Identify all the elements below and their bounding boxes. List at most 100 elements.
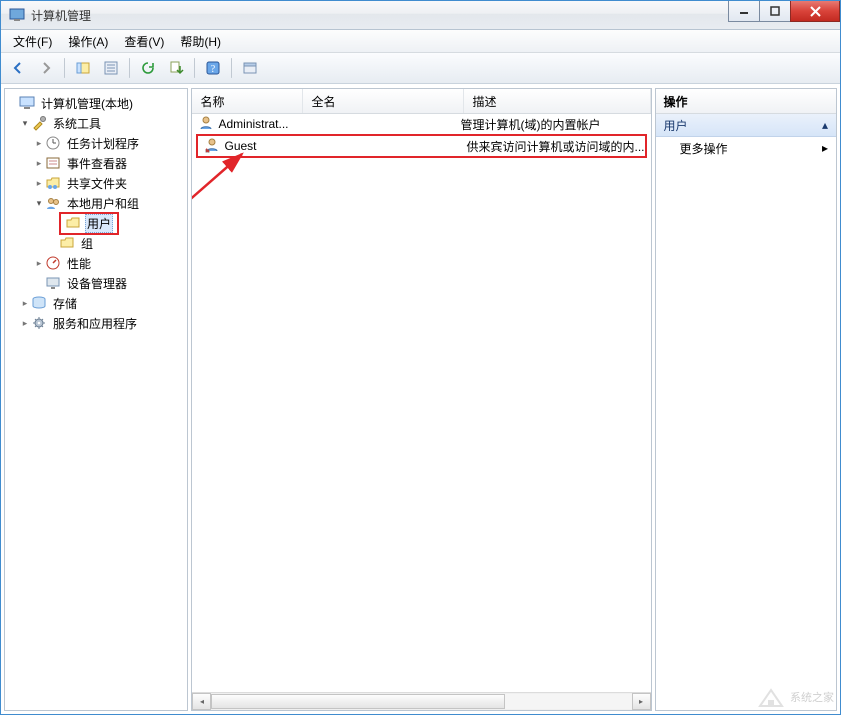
tree-label: 性能 (65, 254, 93, 273)
help-button[interactable]: ? (200, 55, 226, 81)
clock-icon (45, 135, 61, 151)
tree-body[interactable]: 计算机管理(本地) ▾ 系统工具 ▸ 任务计划程序 ▸ 事件查看器 (5, 89, 187, 710)
actions-more[interactable]: 更多操作 ▸ (656, 137, 837, 159)
cell-description: 管理计算机(域)的内置帐户 (454, 116, 650, 133)
event-icon (45, 155, 61, 171)
close-button[interactable] (790, 1, 840, 22)
tree-label: 系统工具 (51, 114, 103, 133)
menu-help[interactable]: 帮助(H) (172, 30, 229, 53)
storage-icon (31, 295, 47, 311)
twisty-icon[interactable]: ▸ (33, 138, 45, 149)
user-icon (198, 115, 214, 134)
tree-groups[interactable]: 组 (5, 233, 187, 253)
folder-icon (65, 215, 81, 231)
window-title: 计算机管理 (31, 7, 91, 24)
scroll-thumb[interactable] (211, 694, 505, 709)
properties-button[interactable] (98, 55, 124, 81)
tree-task-scheduler[interactable]: ▸ 任务计划程序 (5, 133, 187, 153)
tree-label: 设备管理器 (65, 274, 129, 293)
cell-description: 供来宾访问计算机或访问域的内... (460, 138, 644, 155)
tree-label: 共享文件夹 (65, 174, 129, 193)
svg-text:?: ? (211, 64, 216, 75)
column-fullname[interactable]: 全名 (303, 89, 464, 113)
list-panel: 名称 全名 描述 Administrat... 管理计算机(域)的内置帐户 G (191, 88, 651, 711)
toolbar-separator (64, 58, 65, 78)
export-list-button[interactable] (163, 55, 189, 81)
list-header: 名称 全名 描述 (192, 89, 650, 114)
horizontal-scrollbar[interactable]: ◂ ▸ (192, 692, 650, 710)
tree-label: 任务计划程序 (65, 134, 141, 153)
app-icon (9, 7, 25, 23)
column-name[interactable]: 名称 (192, 89, 303, 113)
refresh-button[interactable] (135, 55, 161, 81)
tree-panel: 计算机管理(本地) ▾ 系统工具 ▸ 任务计划程序 ▸ 事件查看器 (4, 88, 188, 711)
back-button[interactable] (5, 55, 31, 81)
tree-users[interactable]: 用户 (5, 213, 187, 233)
tree-label: 本地用户和组 (65, 194, 141, 213)
titlebar: 计算机管理 (1, 1, 840, 30)
device-icon (45, 275, 61, 291)
computer-icon (19, 95, 35, 111)
cell-name: Guest (224, 139, 256, 153)
toolbar-separator (129, 58, 130, 78)
twisty-icon[interactable]: ▸ (33, 158, 45, 169)
menu-view[interactable]: 查看(V) (116, 30, 172, 53)
app-window: 计算机管理 文件(F) 操作(A) 查看(V) 帮助(H) ? (0, 0, 841, 715)
tree-system-tools[interactable]: ▾ 系统工具 (5, 113, 187, 133)
content-area: 计算机管理(本地) ▾ 系统工具 ▸ 任务计划程序 ▸ 事件查看器 (1, 84, 840, 714)
actions-header: 操作 (656, 89, 837, 114)
watermark: 系统之家 (758, 686, 834, 708)
window-buttons (729, 1, 840, 29)
minimize-button[interactable] (728, 1, 760, 22)
services-icon (31, 315, 47, 331)
twisty-icon[interactable]: ▸ (19, 318, 31, 329)
actions-subject[interactable]: 用户 ▴ (656, 114, 837, 137)
list-body[interactable]: Administrat... 管理计算机(域)的内置帐户 Guest 供来宾访问… (192, 114, 650, 692)
view-toggle-button[interactable] (237, 55, 263, 81)
tree-performance[interactable]: ▸ 性能 (5, 253, 187, 273)
watermark-text: 系统之家 (790, 689, 834, 705)
tree-services-apps[interactable]: ▸ 服务和应用程序 (5, 313, 187, 333)
tree-label: 用户 (85, 214, 113, 233)
column-description[interactable]: 描述 (464, 89, 650, 113)
scroll-left-button[interactable]: ◂ (192, 693, 211, 710)
menu-file[interactable]: 文件(F) (5, 30, 60, 53)
collapse-up-icon: ▴ (822, 118, 828, 132)
twisty-icon[interactable]: ▸ (33, 258, 45, 269)
menu-action[interactable]: 操作(A) (60, 30, 116, 53)
tree-root[interactable]: 计算机管理(本地) (5, 93, 187, 113)
user-disabled-icon (204, 137, 220, 156)
tree-shared-folders[interactable]: ▸ 共享文件夹 (5, 173, 187, 193)
twisty-open-icon[interactable]: ▾ (33, 198, 45, 209)
tree-label: 服务和应用程序 (51, 314, 139, 333)
twisty-open-icon[interactable]: ▾ (19, 118, 31, 129)
tree-storage[interactable]: ▸ 存储 (5, 293, 187, 313)
forward-button[interactable] (33, 55, 59, 81)
actions-panel: 操作 用户 ▴ 更多操作 ▸ (655, 88, 838, 711)
tree-label: 组 (79, 234, 95, 253)
scroll-right-button[interactable]: ▸ (632, 693, 651, 710)
shared-folder-icon (45, 175, 61, 191)
list-row-administrator[interactable]: Administrat... 管理计算机(域)的内置帐户 (192, 114, 650, 134)
twisty-icon[interactable]: ▸ (19, 298, 31, 309)
toolbar-separator (231, 58, 232, 78)
tree-event-viewer[interactable]: ▸ 事件查看器 (5, 153, 187, 173)
tree-label: 计算机管理(本地) (39, 94, 135, 113)
twisty-icon[interactable]: ▸ (33, 178, 45, 189)
chevron-right-icon: ▸ (822, 141, 828, 155)
highlight-annotation: 用户 (59, 212, 119, 235)
users-groups-icon (45, 195, 61, 211)
actions-more-label: 更多操作 (680, 140, 728, 157)
menubar: 文件(F) 操作(A) 查看(V) 帮助(H) (1, 30, 840, 53)
toolbar: ? (1, 53, 840, 84)
performance-icon (45, 255, 61, 271)
maximize-button[interactable] (759, 1, 791, 22)
folder-icon (59, 235, 75, 251)
list-row-guest[interactable]: Guest 供来宾访问计算机或访问域的内... (196, 134, 646, 158)
actions-subject-label: 用户 (664, 117, 688, 134)
tree-local-users-groups[interactable]: ▾ 本地用户和组 (5, 193, 187, 213)
scroll-track[interactable] (211, 694, 631, 709)
show-hide-tree-button[interactable] (70, 55, 96, 81)
tree-label: 存储 (51, 294, 79, 313)
tree-device-manager[interactable]: 设备管理器 (5, 273, 187, 293)
